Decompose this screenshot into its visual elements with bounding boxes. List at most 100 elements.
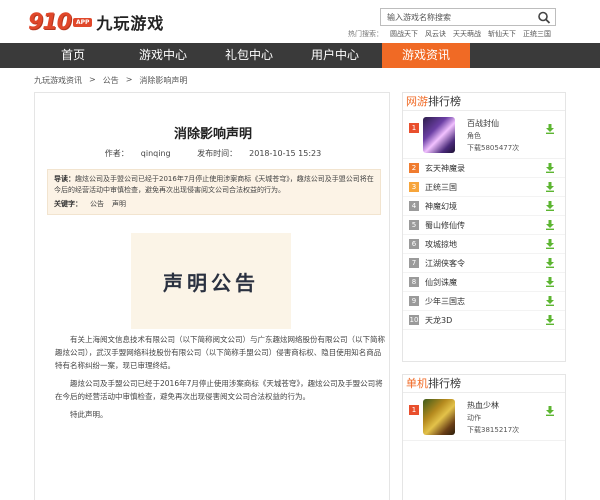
author-name: qinqing bbox=[140, 149, 171, 158]
ranking-item[interactable]: 10 天龙3D bbox=[403, 311, 565, 330]
download-icon[interactable] bbox=[545, 406, 555, 416]
keyword-link[interactable]: 声明 bbox=[112, 199, 126, 210]
breadcrumb-category[interactable]: 公告 bbox=[103, 75, 119, 86]
article-summary: 导读：趣炫公司及手盟公司已经于2016年7月停止使用涉案商标《天城苍穹》，趣炫公… bbox=[47, 169, 381, 215]
article-body: 有关上海阅文信息技术有限公司（以下简称阅文公司）与广东趣炫网络股份有限公司（以下… bbox=[55, 333, 385, 426]
hot-search-link[interactable]: 正统三国 bbox=[523, 29, 551, 39]
single-ranking-title: 单机排行榜 bbox=[403, 375, 565, 393]
main-nav: 首页 游戏中心 礼包中心 用户中心 游戏资讯 bbox=[0, 43, 600, 68]
online-ranking-title-b: 排行榜 bbox=[428, 95, 461, 108]
article-title: 消除影响声明 bbox=[173, 127, 252, 142]
single-ranking-title-a: 单机 bbox=[406, 377, 428, 390]
game-name[interactable]: 蜀山修仙传 bbox=[425, 220, 465, 231]
rank-badge: 1 bbox=[409, 123, 419, 133]
game-name[interactable]: 仙剑诛魔 bbox=[425, 277, 457, 288]
keyword-link[interactable]: 公告 bbox=[90, 199, 104, 210]
announcement-banner-text: 声明公告 bbox=[163, 270, 259, 295]
download-icon[interactable] bbox=[545, 258, 555, 268]
rank-badge: 5 bbox=[409, 220, 419, 230]
game-thumbnail[interactable] bbox=[423, 117, 455, 153]
rank-badge: 9 bbox=[409, 296, 419, 306]
keywords: 关键字： 公告 声明 bbox=[54, 199, 374, 210]
ranking-item[interactable]: 6 攻城掠地 bbox=[403, 235, 565, 254]
logo-app-badge: APP bbox=[72, 17, 93, 27]
rank-badge: 2 bbox=[409, 163, 419, 173]
nav-game-center[interactable]: 游戏中心 bbox=[134, 43, 192, 68]
search-input[interactable] bbox=[381, 9, 531, 25]
keywords-label: 关键字： bbox=[54, 200, 82, 208]
ranking-featured-item[interactable]: 1 热血少林 动作 下载3815217次 bbox=[403, 393, 565, 441]
game-name[interactable]: 攻城掠地 bbox=[425, 239, 457, 250]
hot-search-link[interactable]: 圆战天下 bbox=[390, 29, 418, 39]
summary-text: 趣炫公司及手盟公司已经于2016年7月停止使用涉案商标《天城苍穹》，趣炫公司及手… bbox=[54, 175, 374, 194]
download-icon[interactable] bbox=[545, 296, 555, 306]
hot-search-link[interactable]: 天天萌战 bbox=[453, 29, 481, 39]
ranking-featured-item[interactable]: 1 百战封仙 角色 下载5805477次 bbox=[403, 111, 565, 159]
download-count: 下载3815217次 bbox=[467, 426, 520, 434]
site-header: 910 APP 九玩游戏 热门搜索： 圆战天下 风云诀 天天萌战 斩仙天下 正统… bbox=[0, 0, 600, 42]
download-icon[interactable] bbox=[545, 220, 555, 230]
date-label: 发布时间： bbox=[197, 149, 238, 158]
logo-name: 九玩游戏 bbox=[96, 14, 165, 33]
game-name[interactable]: 百战封仙 bbox=[467, 118, 499, 129]
rank-badge: 7 bbox=[409, 258, 419, 268]
game-name[interactable]: 玄天神魔录 bbox=[425, 163, 465, 174]
nav-game-news[interactable]: 游戏资讯 bbox=[382, 43, 470, 68]
online-games-ranking: 网游排行榜 1 百战封仙 角色 下载5805477次 2 玄天神魔录 3 正统三… bbox=[402, 92, 566, 362]
game-name[interactable]: 神魔幻境 bbox=[425, 201, 457, 212]
nav-user-center[interactable]: 用户中心 bbox=[306, 43, 364, 68]
breadcrumb-separator: > bbox=[125, 75, 133, 84]
hot-searches-label: 热门搜索： bbox=[348, 30, 383, 38]
article-meta: 作者： qinqing 发布时间： 2018-10-15 15:23 bbox=[35, 148, 391, 159]
article-paragraph: 有关上海阅文信息技术有限公司（以下简称阅文公司）与广东趣炫网络股份有限公司（以下… bbox=[55, 335, 385, 370]
download-icon[interactable] bbox=[545, 239, 555, 249]
article-paragraph: 趣炫公司及手盟公司已经于2016年7月停止使用涉案商标《天城苍穹》，趣炫公司及手… bbox=[55, 379, 383, 401]
game-name[interactable]: 少年三国志 bbox=[425, 296, 465, 307]
single-player-ranking: 单机排行榜 1 热血少林 动作 下载3815217次 bbox=[402, 374, 566, 500]
publish-date: 2018-10-15 15:23 bbox=[249, 149, 322, 158]
download-icon[interactable] bbox=[545, 277, 555, 287]
download-icon[interactable] bbox=[545, 124, 555, 134]
game-name[interactable]: 正统三国 bbox=[425, 182, 457, 193]
download-icon[interactable] bbox=[545, 163, 555, 173]
rank-badge: 8 bbox=[409, 277, 419, 287]
game-name[interactable]: 江湖侠客令 bbox=[425, 258, 465, 269]
online-ranking-title: 网游排行榜 bbox=[403, 93, 565, 111]
download-count: 下载5805477次 bbox=[467, 144, 520, 152]
breadcrumb-current: 消除影响声明 bbox=[139, 76, 188, 85]
breadcrumb-separator: > bbox=[89, 75, 96, 84]
game-name[interactable]: 热血少林 bbox=[467, 400, 499, 411]
search-box bbox=[380, 8, 556, 26]
breadcrumb-home[interactable]: 九玩游戏资讯 bbox=[34, 75, 82, 86]
ranking-item[interactable]: 7 江湖侠客令 bbox=[403, 254, 565, 273]
rank-badge: 1 bbox=[409, 405, 419, 415]
download-icon[interactable] bbox=[545, 201, 555, 211]
rank-badge: 3 bbox=[409, 182, 419, 192]
hot-search-link[interactable]: 风云诀 bbox=[425, 29, 446, 39]
hot-searches: 热门搜索： 圆战天下 风云诀 天天萌战 斩仙天下 正统三国 bbox=[348, 29, 551, 39]
hot-search-link[interactable]: 斩仙天下 bbox=[488, 29, 516, 39]
summary-label: 导读： bbox=[54, 175, 75, 183]
logo-number: 910 bbox=[28, 9, 72, 35]
rank-badge: 10 bbox=[409, 315, 419, 325]
ranking-item[interactable]: 4 神魔幻境 bbox=[403, 197, 565, 216]
download-icon[interactable] bbox=[545, 315, 555, 325]
online-ranking-title-a: 网游 bbox=[406, 95, 428, 108]
game-thumbnail[interactable] bbox=[423, 399, 455, 435]
game-genre: 动作 bbox=[467, 414, 481, 422]
ranking-item[interactable]: 8 仙剑诛魔 bbox=[403, 273, 565, 292]
ranking-item[interactable]: 2 玄天神魔录 bbox=[403, 159, 565, 178]
rank-badge: 4 bbox=[409, 201, 419, 211]
search-icon[interactable] bbox=[537, 11, 551, 24]
ranking-item[interactable]: 9 少年三国志 bbox=[403, 292, 565, 311]
site-logo[interactable]: 910 APP 九玩游戏 bbox=[28, 9, 165, 35]
game-name[interactable]: 天龙3D bbox=[425, 315, 452, 326]
ranking-item[interactable]: 3 正统三国 bbox=[403, 178, 565, 197]
announcement-banner: 声明公告 bbox=[131, 233, 291, 329]
game-genre: 角色 bbox=[467, 132, 481, 140]
ranking-item[interactable]: 5 蜀山修仙传 bbox=[403, 216, 565, 235]
download-icon[interactable] bbox=[545, 182, 555, 192]
nav-home[interactable]: 首页 bbox=[44, 43, 102, 68]
author-label: 作者： bbox=[104, 149, 129, 158]
nav-gift-center[interactable]: 礼包中心 bbox=[220, 43, 278, 68]
